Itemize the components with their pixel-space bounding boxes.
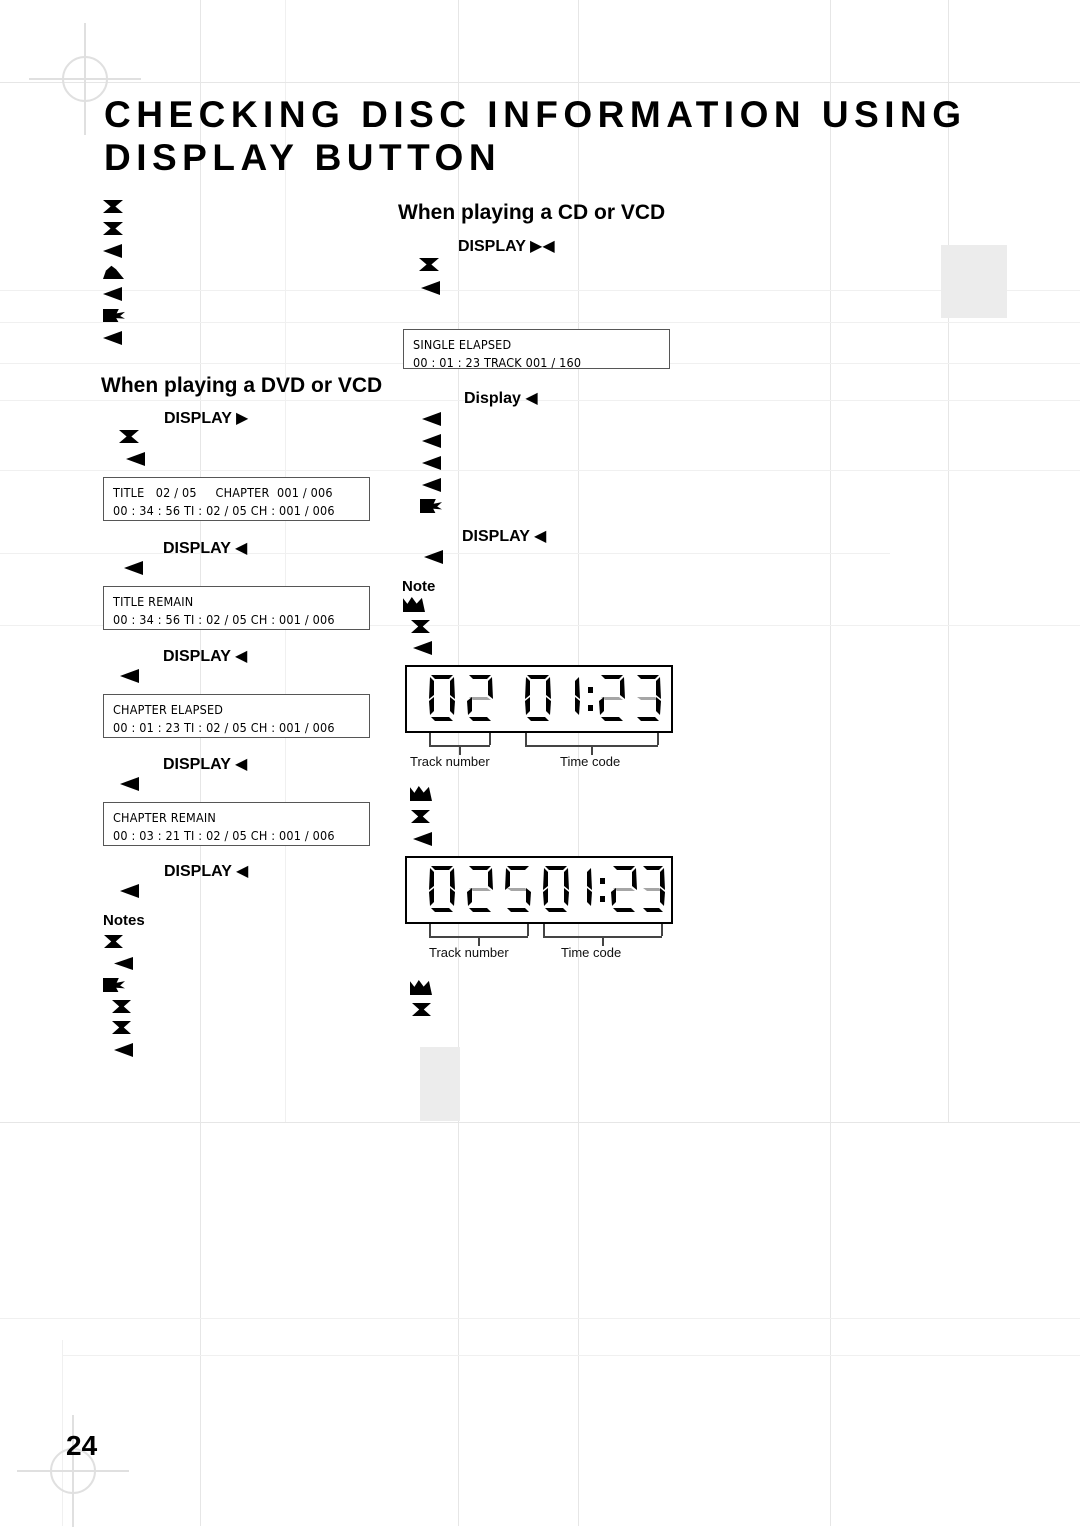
redaction-mark	[422, 478, 441, 492]
step-label-dvd-5[interactable]: DISPLAY ◀	[164, 861, 248, 881]
lcd-brace	[405, 733, 673, 755]
redaction-mark	[424, 550, 443, 564]
step-label-dvd-3[interactable]: DISPLAY ◀	[163, 646, 247, 666]
redaction-mark	[120, 884, 139, 898]
grid-hline	[0, 322, 1080, 323]
osd-line-2: 00 : 01 : 23 TRACK 001 / 160	[413, 355, 582, 371]
lcd-panel	[405, 856, 673, 924]
page-number: 24	[66, 1430, 98, 1461]
page-title-line2: DISPLAY BUTTON	[104, 137, 502, 178]
notes-label-dvd: Notes	[103, 912, 145, 929]
osd-box-dvd-3: CHAPTER ELAPSED 00 : 01 : 23 TI : 02 / 0…	[103, 694, 370, 738]
grid-hline	[0, 400, 1080, 401]
osd-line-2: 00 : 34 : 56 TI : 02 / 05 CH : 001 / 006	[113, 503, 335, 519]
decorative-gray-block	[420, 1047, 460, 1121]
grid-hline	[0, 1318, 1080, 1319]
redaction-mark	[103, 244, 122, 258]
lcd-track-caption: Track number	[410, 754, 490, 769]
redaction-mark	[103, 222, 123, 235]
redaction-mark	[120, 669, 139, 683]
redaction-mark	[410, 980, 432, 995]
redaction-mark	[411, 810, 430, 823]
osd-line-2: 00 : 01 : 23 TI : 02 / 05 CH : 001 / 006	[113, 720, 335, 736]
osd-line-1: TITLE REMAIN	[113, 594, 194, 609]
grid-hline	[62, 1355, 1080, 1356]
note-label-cd: Note	[402, 578, 436, 595]
redaction-mark	[419, 258, 439, 271]
redaction-mark	[103, 978, 125, 992]
redaction-mark	[103, 265, 124, 279]
redaction-mark	[112, 1000, 131, 1013]
lcd-panel	[405, 665, 673, 733]
decorative-gray-block	[941, 245, 1007, 318]
osd-line-1: CHAPTER REMAIN	[113, 810, 216, 825]
redaction-mark	[421, 281, 440, 295]
step-label-dvd-1[interactable]: DISPLAY ▶	[164, 408, 248, 428]
redaction-mark	[422, 412, 441, 426]
page-title-line1: CHECKING DISC INFORMATION USING	[104, 94, 967, 135]
section-heading-cd: When playing a CD or VCD	[398, 201, 666, 224]
lcd-brace	[405, 924, 673, 946]
osd-line-1: TITLE 02 / 05 CHAPTER 001 / 006	[113, 485, 333, 500]
redaction-mark	[104, 935, 123, 948]
step-label-dvd-2[interactable]: DISPLAY ◀	[163, 538, 247, 558]
redaction-mark	[413, 641, 432, 655]
grid-hline	[0, 290, 1080, 291]
step-label-cd-1[interactable]: DISPLAY ▶◀	[458, 236, 555, 256]
grid-hline	[0, 470, 1080, 471]
osd-line-2: 00 : 03 : 21 TI : 02 / 05 CH : 001 / 006	[113, 828, 335, 844]
redaction-mark	[119, 430, 139, 443]
lcd-time-caption: Time code	[560, 754, 621, 769]
redaction-mark	[403, 597, 425, 612]
grid-hline	[0, 82, 1080, 83]
grid-vline	[62, 1340, 63, 1526]
redaction-mark	[126, 452, 145, 466]
step-label-cd-3[interactable]: DISPLAY ◀	[462, 526, 546, 546]
step-label-cd-2[interactable]: Display ◀	[464, 388, 538, 408]
osd-box-dvd-2: TITLE REMAIN 00 : 34 : 56 TI : 02 / 05 C…	[103, 586, 370, 630]
osd-box-dvd-1: TITLE 02 / 05 CHAPTER 001 / 006 00 : 34 …	[103, 477, 370, 521]
redaction-mark	[103, 200, 123, 213]
redaction-mark	[103, 331, 122, 345]
lcd-track-caption: Track number	[429, 945, 509, 960]
lcd-segments	[429, 675, 661, 721]
osd-box-cd-1: SINGLE ELAPSED 00 : 01 : 23 TRACK 001 / …	[403, 329, 670, 371]
redaction-mark	[103, 287, 122, 301]
grid-vline	[830, 0, 831, 1526]
osd-line-1: SINGLE ELAPSED	[413, 337, 512, 352]
osd-line-1: CHAPTER ELAPSED	[113, 702, 224, 717]
redaction-mark	[103, 309, 125, 322]
osd-box-dvd-4: CHAPTER REMAIN 00 : 03 : 21 TI : 02 / 05…	[103, 802, 370, 846]
osd-line-2: 00 : 34 : 56 TI : 02 / 05 CH : 001 / 006	[113, 612, 335, 628]
step-label-dvd-4[interactable]: DISPLAY ◀	[163, 754, 247, 774]
lcd-display-2: Track number Time code	[405, 856, 680, 971]
redaction-mark	[422, 456, 441, 470]
redaction-mark	[412, 1003, 431, 1016]
grid-hline	[0, 553, 890, 554]
section-heading-dvd: When playing a DVD or VCD	[101, 374, 383, 397]
redaction-mark	[114, 957, 133, 970]
redaction-mark	[422, 434, 441, 448]
redaction-mark	[124, 561, 143, 575]
redaction-mark	[420, 499, 442, 513]
lcd-segments	[429, 866, 665, 912]
lcd-display-1: Track number Time code	[405, 665, 680, 780]
grid-hline	[0, 1122, 1080, 1123]
redaction-mark	[411, 620, 430, 633]
redaction-mark	[413, 832, 432, 846]
redaction-mark	[410, 786, 432, 801]
grid-vline	[948, 0, 949, 1122]
lcd-time-caption: Time code	[561, 945, 622, 960]
redaction-mark	[114, 1043, 133, 1057]
redaction-mark	[120, 777, 139, 791]
redaction-mark	[112, 1021, 131, 1034]
